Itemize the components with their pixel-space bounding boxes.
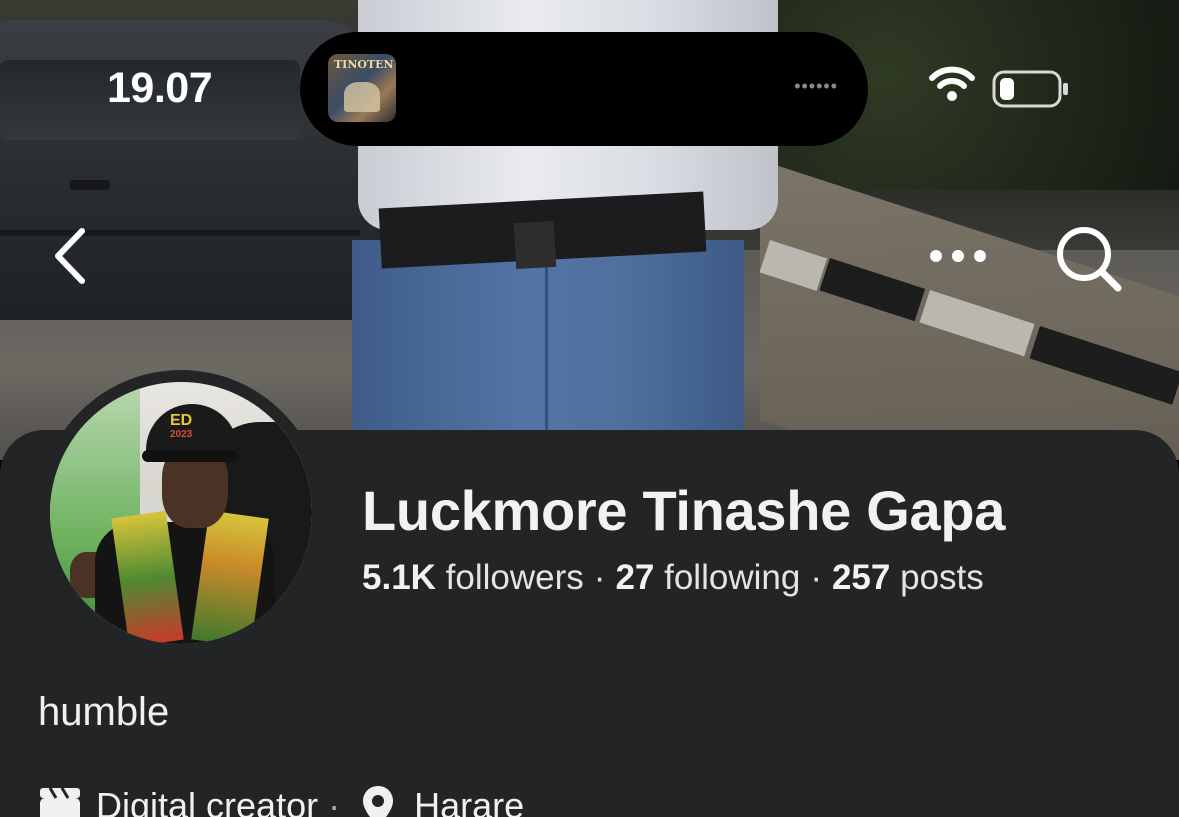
followers-count: 5.1K xyxy=(362,558,436,597)
pants-seam xyxy=(545,260,548,440)
avatar-cap-bill xyxy=(142,450,238,462)
now-playing-artwork[interactable]: TINOTEN xyxy=(328,54,396,122)
status-time: 19.07 xyxy=(107,64,213,112)
dynamic-island[interactable]: TINOTEN •••••• xyxy=(300,32,868,146)
search-icon[interactable] xyxy=(1052,222,1124,294)
cap-initials: ED xyxy=(170,412,193,429)
clapper-icon xyxy=(40,787,80,817)
posts-label: posts xyxy=(900,558,984,597)
audio-waveform-icon: •••••• xyxy=(794,76,838,96)
wifi-icon xyxy=(929,66,975,101)
following-count: 27 xyxy=(615,558,655,597)
artwork-title: TINOTEN xyxy=(334,58,394,71)
following-link[interactable]: 27 following xyxy=(615,558,800,597)
stats-separator: · xyxy=(810,558,822,597)
meta-separator: · xyxy=(328,785,341,817)
profile-category: Digital creator xyxy=(96,785,319,817)
cap-year: 2023 xyxy=(170,429,193,440)
following-label: following xyxy=(664,558,801,597)
car-handle xyxy=(70,180,110,190)
profile-location[interactable]: Harare xyxy=(414,785,524,817)
stats-separator: · xyxy=(593,558,606,597)
location-pin-icon xyxy=(363,786,394,817)
avatar[interactable]: ED 2023 xyxy=(50,382,312,644)
profile-stats: 5.1K followers · 27 following · 257 posts xyxy=(362,558,984,598)
profile-meta: Digital creator · Harare xyxy=(38,785,524,817)
followers-label: followers xyxy=(445,558,584,597)
more-icon[interactable] xyxy=(928,246,988,266)
belt-buckle xyxy=(513,220,557,270)
posts-count: 257 xyxy=(831,558,891,597)
profile-name: Luckmore Tinashe Gapa xyxy=(362,479,1006,542)
cover-person-pants xyxy=(352,240,744,460)
battery-icon xyxy=(992,70,1068,108)
followers-link[interactable]: 5.1K followers xyxy=(362,558,584,597)
profile-bio: humble xyxy=(38,690,170,734)
posts-link[interactable]: 257 posts xyxy=(832,558,984,597)
back-icon[interactable] xyxy=(50,225,90,287)
avatar-cap-text: ED 2023 xyxy=(170,412,193,442)
